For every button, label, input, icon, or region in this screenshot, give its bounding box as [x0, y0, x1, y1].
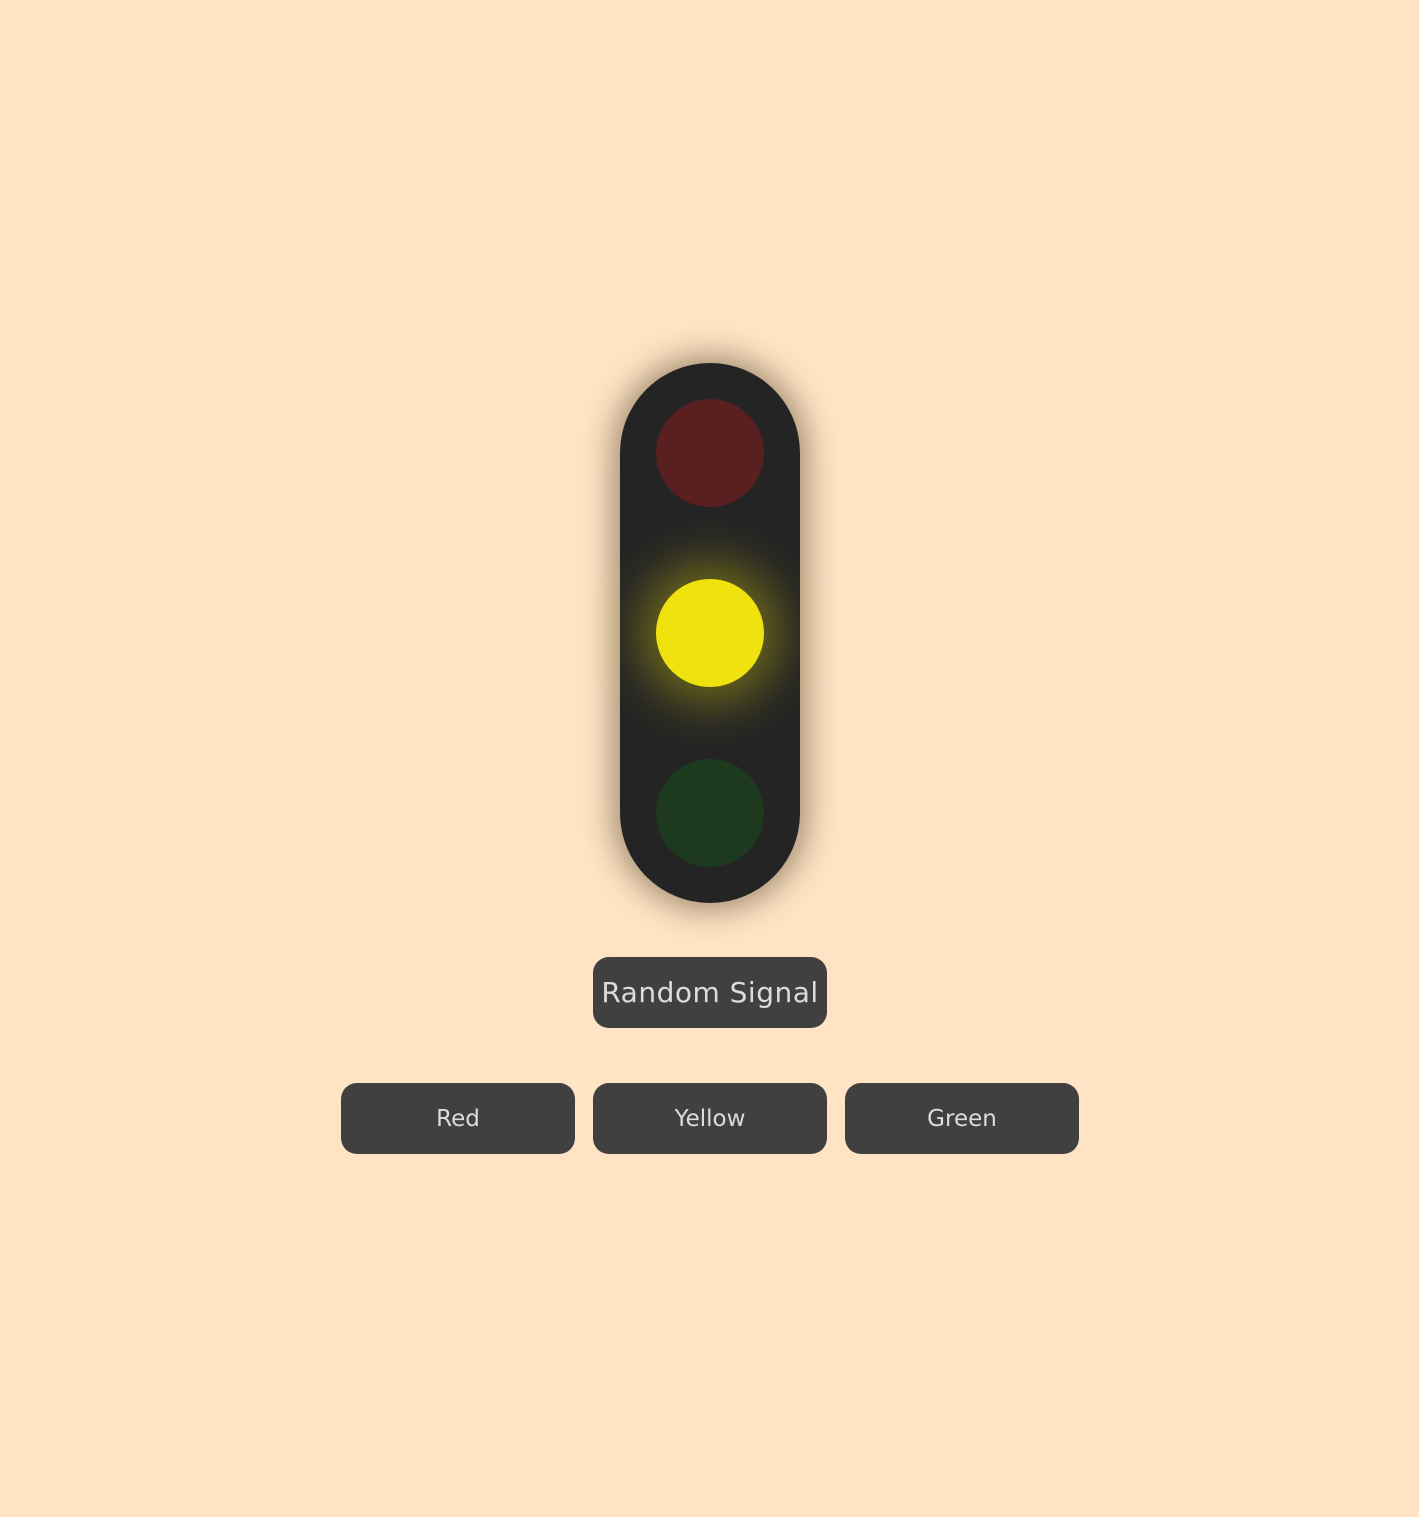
traffic-light [620, 363, 800, 903]
red-lamp [656, 399, 764, 507]
yellow-button[interactable]: Yellow [593, 1083, 827, 1154]
green-lamp [656, 759, 764, 867]
red-button[interactable]: Red [341, 1083, 575, 1154]
random-signal-button[interactable]: Random Signal [593, 957, 827, 1028]
green-button[interactable]: Green [845, 1083, 1079, 1154]
yellow-lamp [656, 579, 764, 687]
